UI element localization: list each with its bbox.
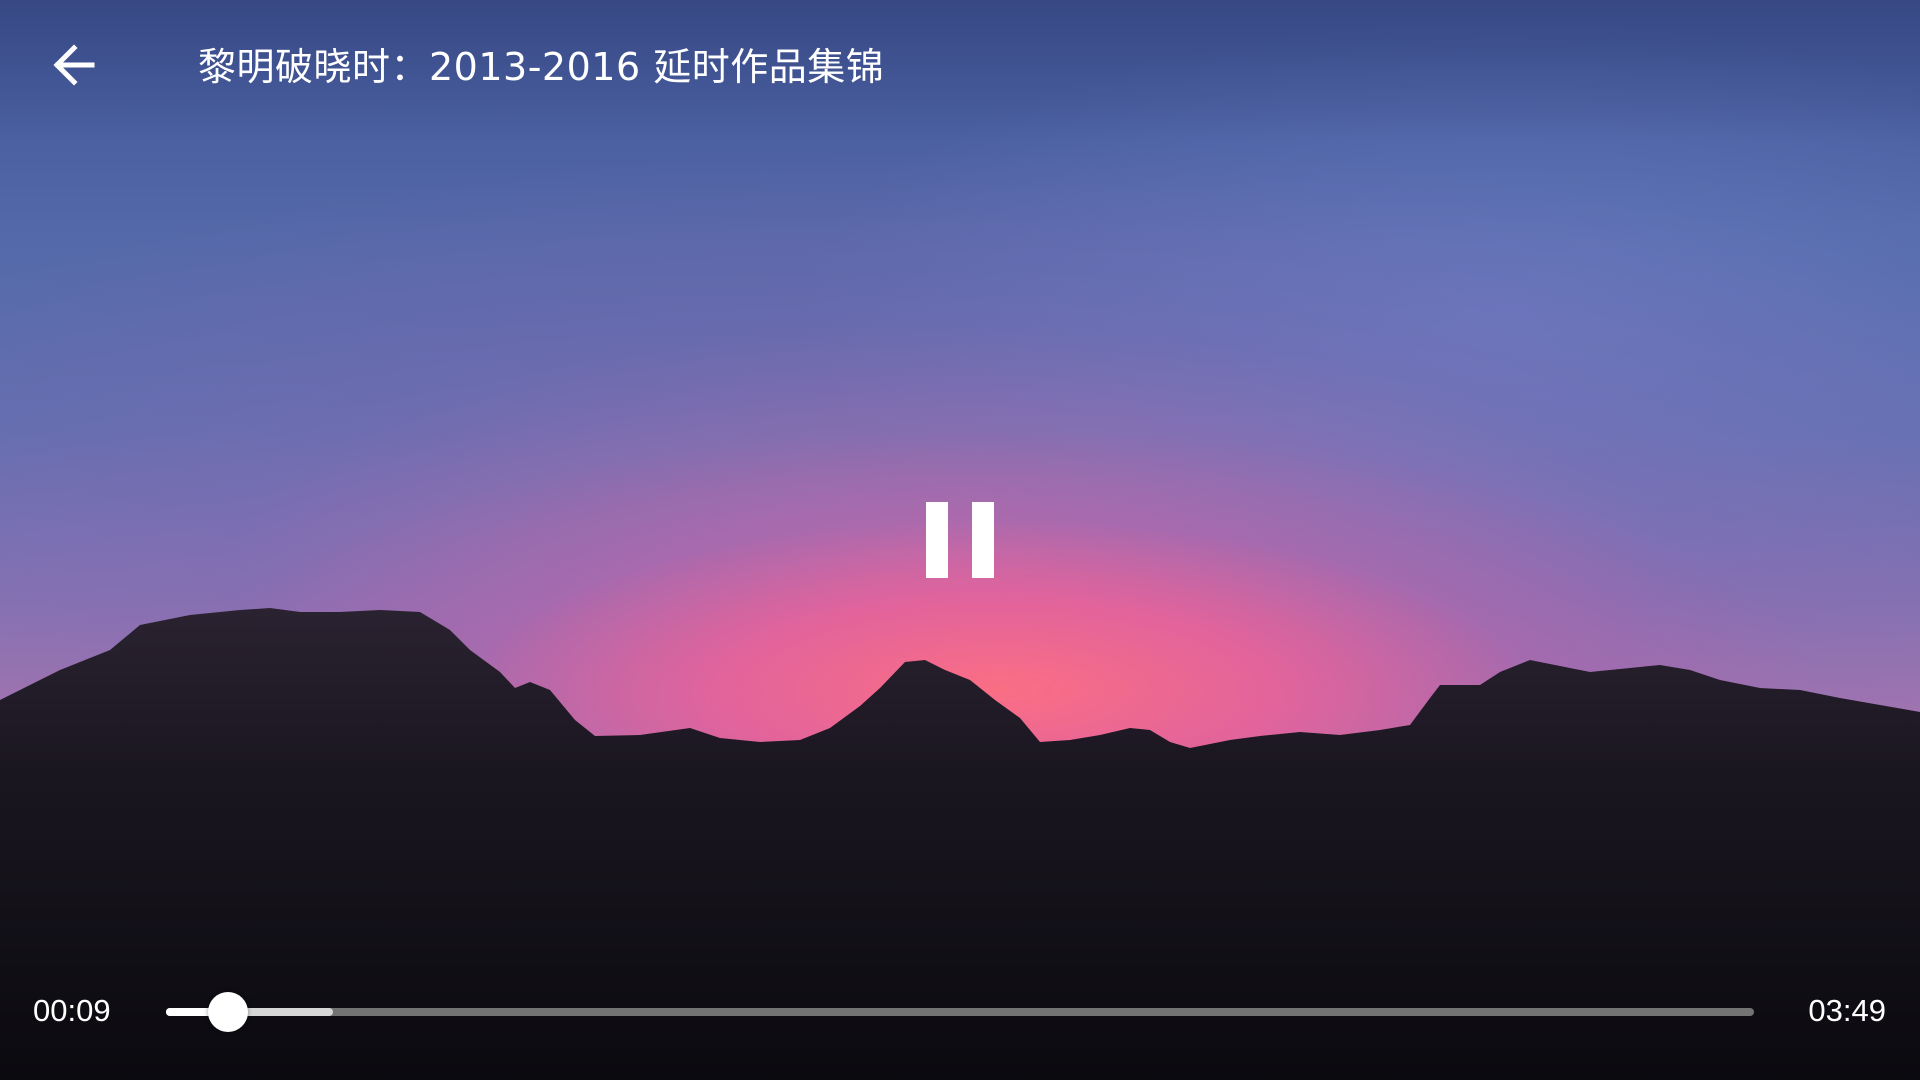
seek-bar[interactable] xyxy=(166,992,1754,1032)
total-duration: 03:49 xyxy=(1808,993,1886,1028)
video-title: 黎明破晓时：2013-2016 延时作品集锦 xyxy=(198,45,885,89)
back-button[interactable] xyxy=(44,36,108,94)
current-time: 00:09 xyxy=(33,993,111,1028)
pause-icon-bar-left xyxy=(926,502,948,578)
seek-thumb[interactable] xyxy=(207,992,248,1032)
arrow-left-icon xyxy=(53,44,95,86)
pause-button[interactable] xyxy=(912,488,1008,588)
top-bar: 黎明破晓时：2013-2016 延时作品集锦 xyxy=(0,0,1920,140)
pause-icon-bar-right xyxy=(972,502,994,578)
video-player[interactable]: 黎明破晓时：2013-2016 延时作品集锦 00:09 03:49 xyxy=(0,0,1920,1080)
playback-controls: 00:09 03:49 xyxy=(0,960,1920,1060)
